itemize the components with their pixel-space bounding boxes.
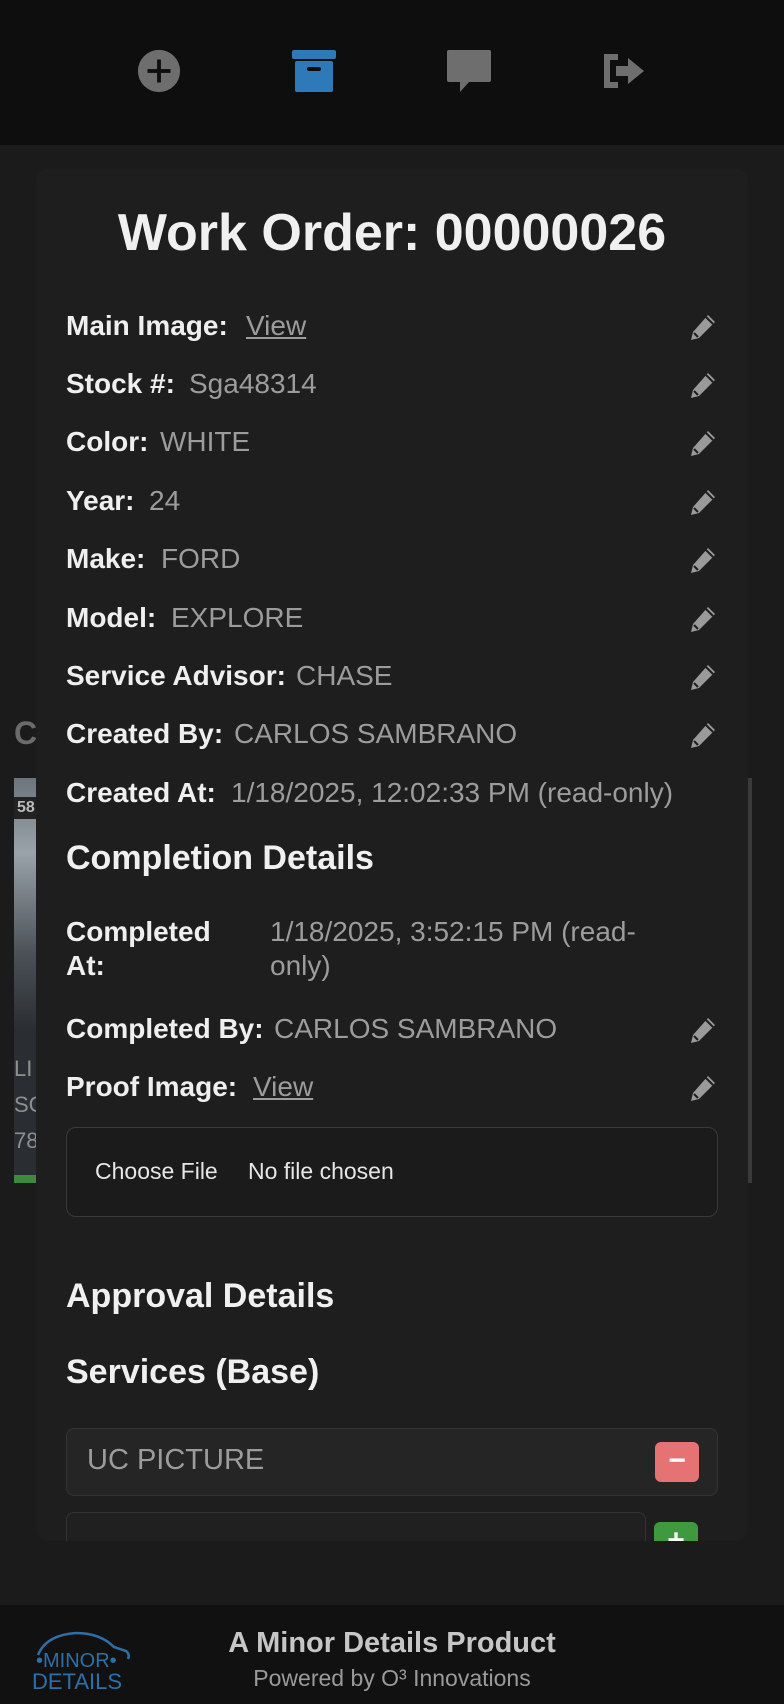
new-service-input[interactable] bbox=[66, 1512, 646, 1541]
remove-service-button[interactable]: − bbox=[655, 1442, 699, 1482]
field-label: Completed By: bbox=[66, 1013, 264, 1044]
pencil-icon[interactable] bbox=[688, 1073, 718, 1103]
field-label: Created By: bbox=[66, 718, 224, 749]
field-main-image: Main Image: View bbox=[66, 306, 718, 346]
pencil-icon[interactable] bbox=[688, 428, 718, 458]
work-order-modal: Work Order: 00000026 Main Image: View St… bbox=[36, 169, 748, 1541]
pencil-icon[interactable] bbox=[688, 312, 718, 342]
field-value: Sga48314 bbox=[189, 368, 317, 399]
field-label: Make: bbox=[66, 543, 146, 574]
field-service-advisor: Service Advisor: CHASE bbox=[66, 656, 718, 696]
field-label: Main Image: bbox=[66, 310, 228, 341]
pencil-icon[interactable] bbox=[688, 720, 718, 750]
plus-circle-icon[interactable] bbox=[135, 48, 183, 94]
field-label: Year: bbox=[66, 485, 135, 516]
footer-title: A Minor Details Product bbox=[228, 1627, 556, 1659]
pencil-icon[interactable] bbox=[688, 604, 718, 634]
field-created-by: Created By: CARLOS SAMBRANO bbox=[66, 714, 718, 754]
field-label: Model: bbox=[66, 602, 157, 633]
field-label: Proof Image: bbox=[66, 1071, 238, 1102]
background-card-edge bbox=[748, 778, 752, 1183]
service-item: UC PICTURE − bbox=[66, 1428, 718, 1496]
file-status-text: No file chosen bbox=[248, 1158, 394, 1184]
pencil-icon[interactable] bbox=[688, 370, 718, 400]
footer: •MINOR• DETAILS A Minor Details Product … bbox=[0, 1605, 784, 1704]
archive-box-icon[interactable] bbox=[290, 48, 338, 94]
field-model: Model: EXPLORE bbox=[66, 598, 718, 638]
completion-details-heading: Completion Details bbox=[66, 839, 374, 877]
chat-bubble-icon[interactable] bbox=[445, 48, 493, 94]
field-value: 1/18/2025, 12:02:33 PM (read-only) bbox=[231, 777, 674, 808]
field-completed-at: Completed At: 1/18/2025, 3:52:15 PM (rea… bbox=[66, 915, 718, 985]
file-upload-box: Choose File No file chosen bbox=[66, 1127, 718, 1217]
card-line: LI bbox=[14, 1056, 33, 1081]
field-year: Year: 24 bbox=[66, 481, 718, 521]
pencil-icon[interactable] bbox=[688, 662, 718, 692]
field-stock-number: Stock #: Sga48314 bbox=[66, 364, 718, 404]
add-service-button[interactable]: + bbox=[654, 1522, 698, 1541]
field-value: 24 bbox=[149, 485, 181, 516]
service-name: UC PICTURE bbox=[87, 1444, 265, 1476]
field-label: Service Advisor: bbox=[66, 660, 286, 691]
field-value: CARLOS SAMBRANO bbox=[274, 1013, 558, 1044]
modal-title: Work Order: 00000026 bbox=[117, 204, 667, 262]
field-created-at: Created At: 1/18/2025, 12:02:33 PM (read… bbox=[66, 773, 718, 813]
footer-subtitle: Powered by O³ Innovations bbox=[253, 1665, 531, 1691]
pencil-icon[interactable] bbox=[688, 545, 718, 575]
field-value: CARLOS SAMBRANO bbox=[234, 718, 518, 749]
field-value: WHITE bbox=[160, 426, 251, 457]
proof-image-view-link[interactable]: View bbox=[253, 1067, 313, 1107]
field-label: Created At: bbox=[66, 777, 216, 808]
approval-details-heading: Approval Details bbox=[66, 1277, 335, 1315]
field-label: Color: bbox=[66, 426, 149, 457]
services-base-heading: Services (Base) bbox=[66, 1353, 320, 1391]
vehicle-tag: 58 bbox=[14, 797, 38, 819]
field-completed-by: Completed By: CARLOS SAMBRANO bbox=[66, 1009, 718, 1049]
field-proof-image: Proof Image: View bbox=[66, 1067, 718, 1107]
choose-file-button[interactable]: Choose File bbox=[95, 1158, 218, 1185]
field-value: FORD bbox=[161, 543, 241, 574]
field-label: Completed At: bbox=[66, 916, 211, 981]
pencil-icon[interactable] bbox=[688, 487, 718, 517]
field-color: Color: WHITE bbox=[66, 422, 718, 462]
field-label: Stock #: bbox=[66, 368, 175, 399]
field-make: Make: FORD bbox=[66, 539, 718, 579]
top-nav-bar bbox=[0, 0, 784, 145]
field-value: CHASE bbox=[296, 660, 393, 691]
pencil-icon[interactable] bbox=[688, 1015, 718, 1045]
field-value: 1/18/2025, 3:52:15 PM (read-only) bbox=[270, 916, 636, 981]
sign-out-icon[interactable] bbox=[600, 48, 648, 94]
field-value: EXPLORE bbox=[171, 602, 304, 633]
card-line: 78 bbox=[14, 1128, 39, 1153]
background-heading: C bbox=[14, 715, 38, 751]
main-image-view-link[interactable]: View bbox=[246, 306, 306, 346]
